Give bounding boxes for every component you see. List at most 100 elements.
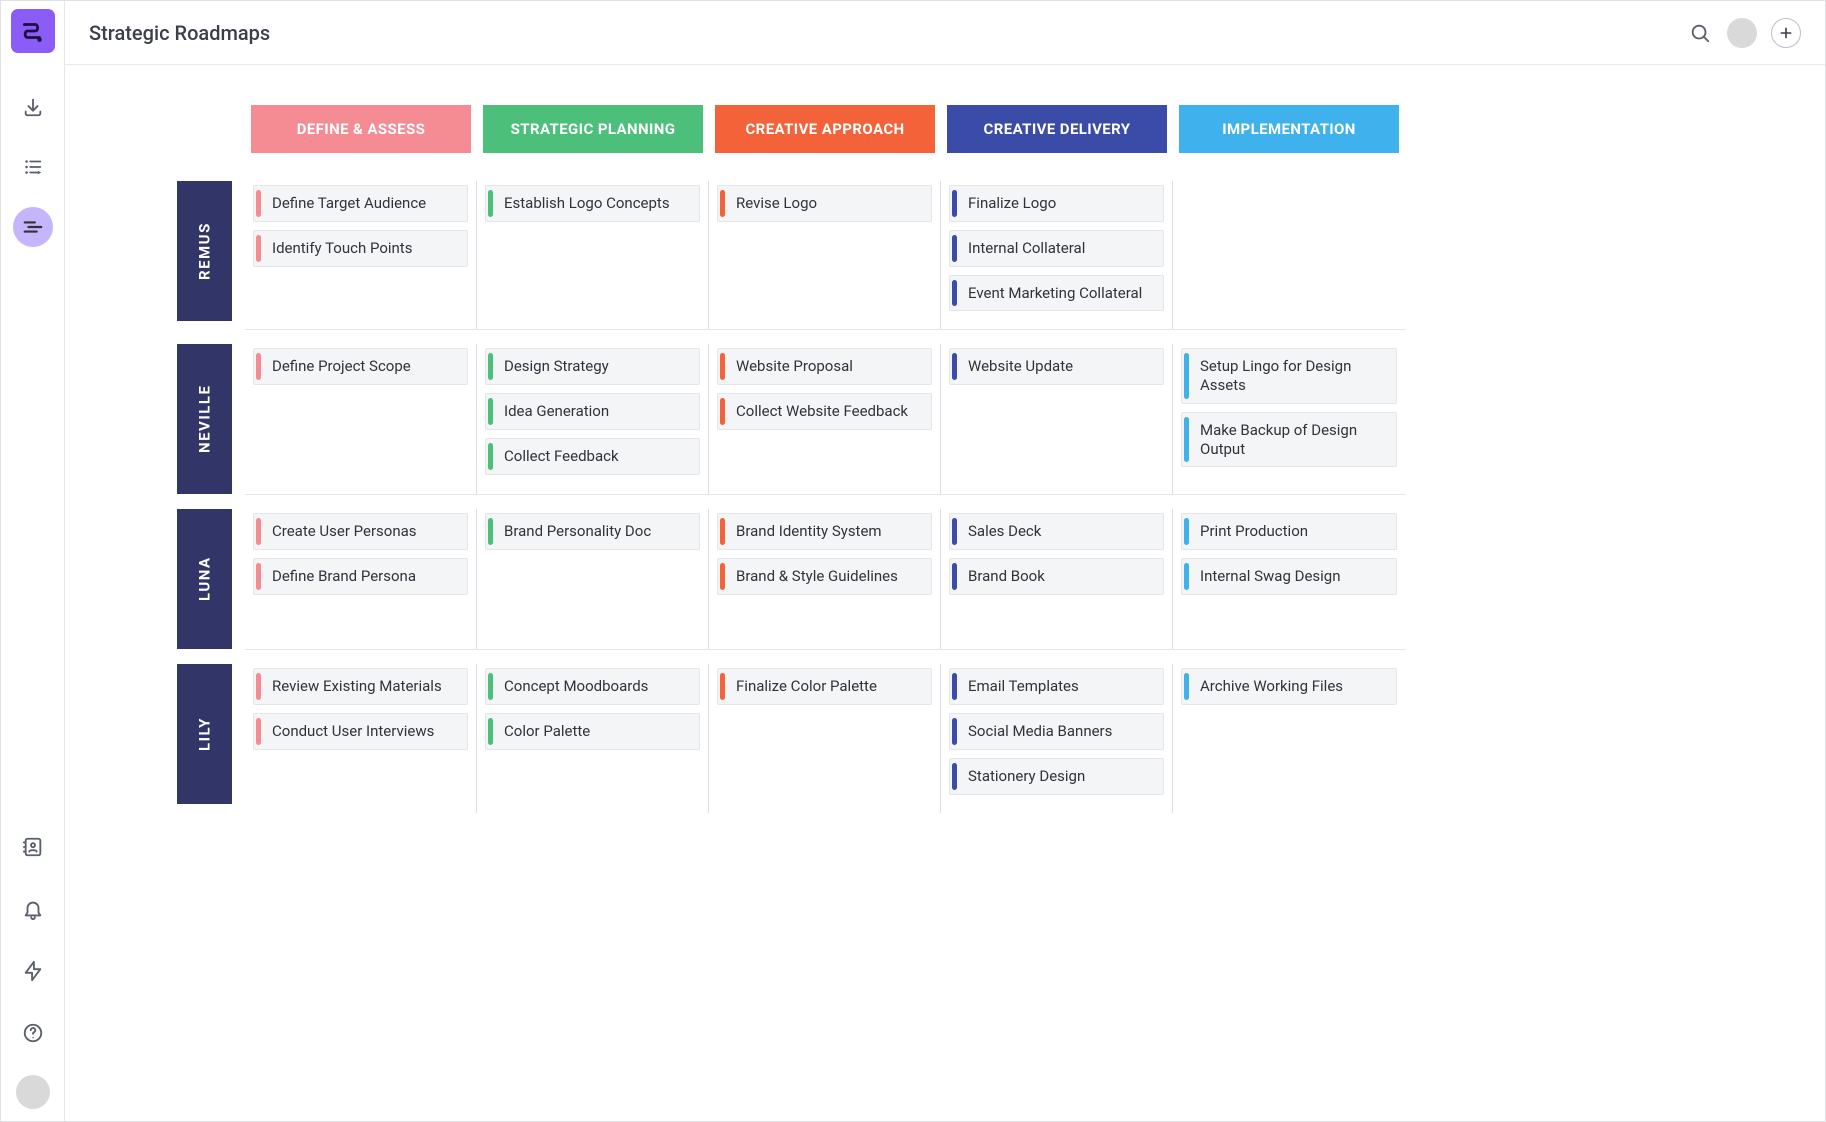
bell-icon[interactable] [13, 889, 53, 929]
cell-lily-creative_delivery[interactable]: Email Templates Social Media Banners Stati… [941, 664, 1173, 812]
card[interactable]: Concept Moodboards [485, 668, 700, 705]
card[interactable]: Identify Touch Points [253, 230, 468, 267]
card[interactable]: Make Backup of Design Output [1181, 412, 1397, 468]
card[interactable]: Setup Lingo for Design Assets [1181, 348, 1397, 404]
lightning-icon[interactable] [13, 951, 53, 991]
help-icon[interactable] [13, 1013, 53, 1053]
card[interactable]: Conduct User Interviews [253, 713, 468, 750]
card[interactable]: Website Update [949, 348, 1164, 385]
card[interactable]: Color Palette [485, 713, 700, 750]
card-title: Brand Book [962, 567, 1045, 586]
card[interactable]: Revise Logo [717, 185, 932, 222]
card[interactable]: Internal Swag Design [1181, 558, 1397, 595]
card[interactable]: Brand Personality Doc [485, 513, 700, 550]
card[interactable]: Collect Feedback [485, 438, 700, 475]
card[interactable]: Website Proposal [717, 348, 932, 385]
card[interactable]: Collect Website Feedback [717, 393, 932, 430]
card[interactable]: Define Target Audience [253, 185, 468, 222]
cell-remus-implementation[interactable] [1173, 181, 1405, 329]
header-bar: Strategic Roadmaps [65, 1, 1825, 65]
card-title: Establish Logo Concepts [498, 194, 670, 213]
header-avatar[interactable] [1727, 18, 1757, 48]
card-title: Define Project Scope [266, 357, 411, 376]
cell-lily-planning[interactable]: Concept Moodboards Color Palette [477, 664, 709, 812]
column-header-define: DEFINE & ASSESS [251, 105, 471, 153]
cell-luna-planning[interactable]: Brand Personality Doc [477, 509, 709, 649]
card[interactable]: Define Project Scope [253, 348, 468, 385]
swimlane-label-text: NEVILLE [196, 385, 214, 453]
cell-luna-implementation[interactable]: Print Production Internal Swag Design [1173, 509, 1405, 649]
swimlane-separator [245, 329, 1405, 330]
cell-luna-creative_delivery[interactable]: Sales Deck Brand Book [941, 509, 1173, 649]
logo-icon [20, 18, 46, 44]
cell-neville-creative_approach[interactable]: Website Proposal Collect Website Feedback [709, 344, 941, 494]
card-title: Define Target Audience [266, 194, 426, 213]
card[interactable]: Internal Collateral [949, 230, 1164, 267]
card[interactable]: Create User Personas [253, 513, 468, 550]
cell-lily-implementation[interactable]: Archive Working Files [1173, 664, 1405, 812]
sidebar [1, 1, 65, 1121]
card[interactable]: Print Production [1181, 513, 1397, 550]
contacts-icon[interactable] [13, 827, 53, 867]
card-title: Color Palette [498, 722, 590, 741]
card[interactable]: Sales Deck [949, 513, 1164, 550]
column-header-implementation: IMPLEMENTATION [1179, 105, 1399, 153]
card-title: Brand Personality Doc [498, 522, 651, 541]
cell-remus-creative_delivery[interactable]: Finalize Logo Internal Collateral Event Ma… [941, 181, 1173, 329]
cell-remus-creative_approach[interactable]: Revise Logo [709, 181, 941, 329]
swimlane-label-remus: REMUS [177, 181, 232, 321]
card[interactable]: Review Existing Materials [253, 668, 468, 705]
cell-luna-define[interactable]: Create User Personas Define Brand Persona [245, 509, 477, 649]
card[interactable]: Define Brand Persona [253, 558, 468, 595]
swimlane-label-text: LILY [196, 717, 214, 751]
swimlane-label-text: LUNA [196, 557, 214, 602]
card[interactable]: Brand Identity System [717, 513, 932, 550]
swimlane-separator [245, 494, 1405, 495]
sidebar-avatar[interactable] [16, 1075, 50, 1109]
cell-neville-creative_delivery[interactable]: Website Update [941, 344, 1173, 494]
card-title: Website Update [962, 357, 1073, 376]
card[interactable]: Finalize Color Palette [717, 668, 932, 705]
swimlane-label-luna: LUNA [177, 509, 232, 649]
card[interactable]: Social Media Banners [949, 713, 1164, 750]
card-title: Make Backup of Design Output [1194, 421, 1386, 459]
roadmap-icon[interactable] [13, 207, 53, 247]
cell-lily-define[interactable]: Review Existing Materials Conduct User In… [245, 664, 477, 812]
cell-neville-define[interactable]: Define Project Scope [245, 344, 477, 494]
card-title: Social Media Banners [962, 722, 1112, 741]
card-title: Brand & Style Guidelines [730, 567, 898, 586]
card[interactable]: Archive Working Files [1181, 668, 1397, 705]
cell-lily-creative_approach[interactable]: Finalize Color Palette [709, 664, 941, 812]
cell-neville-planning[interactable]: Design Strategy Idea Generation Collect Fe… [477, 344, 709, 494]
swimlane-label-neville: NEVILLE [177, 344, 232, 494]
app-logo[interactable] [11, 9, 55, 53]
add-button[interactable] [1771, 18, 1801, 48]
card[interactable]: Brand & Style Guidelines [717, 558, 932, 595]
search-icon[interactable] [1687, 20, 1713, 46]
sidebar-nav-top [13, 87, 53, 247]
column-header-planning: STRATEGIC PLANNING [483, 105, 703, 153]
roadmap-board: DEFINE & ASSESSSTRATEGIC PLANNINGCREATIV… [165, 105, 1755, 827]
card[interactable]: Finalize Logo [949, 185, 1164, 222]
content-area: Strategic Roadmaps DEFINE & ASSESSSTRATE… [65, 1, 1825, 1121]
card[interactable]: Stationery Design [949, 758, 1164, 795]
card[interactable]: Event Marketing Collateral [949, 275, 1164, 312]
cell-neville-implementation[interactable]: Setup Lingo for Design Assets Make Backup… [1173, 344, 1405, 494]
card[interactable]: Design Strategy [485, 348, 700, 385]
card-title: Setup Lingo for Design Assets [1194, 357, 1386, 395]
card[interactable]: Email Templates [949, 668, 1164, 705]
header-actions [1687, 18, 1801, 48]
sidebar-nav-bottom [13, 827, 53, 1109]
cell-remus-planning[interactable]: Establish Logo Concepts [477, 181, 709, 329]
card[interactable]: Idea Generation [485, 393, 700, 430]
card[interactable]: Brand Book [949, 558, 1164, 595]
cell-remus-define[interactable]: Define Target Audience Identify Touch Poi… [245, 181, 477, 329]
card-title: Archive Working Files [1194, 677, 1343, 696]
list-icon[interactable] [13, 147, 53, 187]
card-title: Print Production [1194, 522, 1308, 541]
cell-luna-creative_approach[interactable]: Brand Identity System Brand & Style Guide… [709, 509, 941, 649]
import-icon[interactable] [13, 87, 53, 127]
card[interactable]: Establish Logo Concepts [485, 185, 700, 222]
board-scroll[interactable]: DEFINE & ASSESSSTRATEGIC PLANNINGCREATIV… [65, 65, 1825, 1121]
card-title: Event Marketing Collateral [962, 284, 1142, 303]
